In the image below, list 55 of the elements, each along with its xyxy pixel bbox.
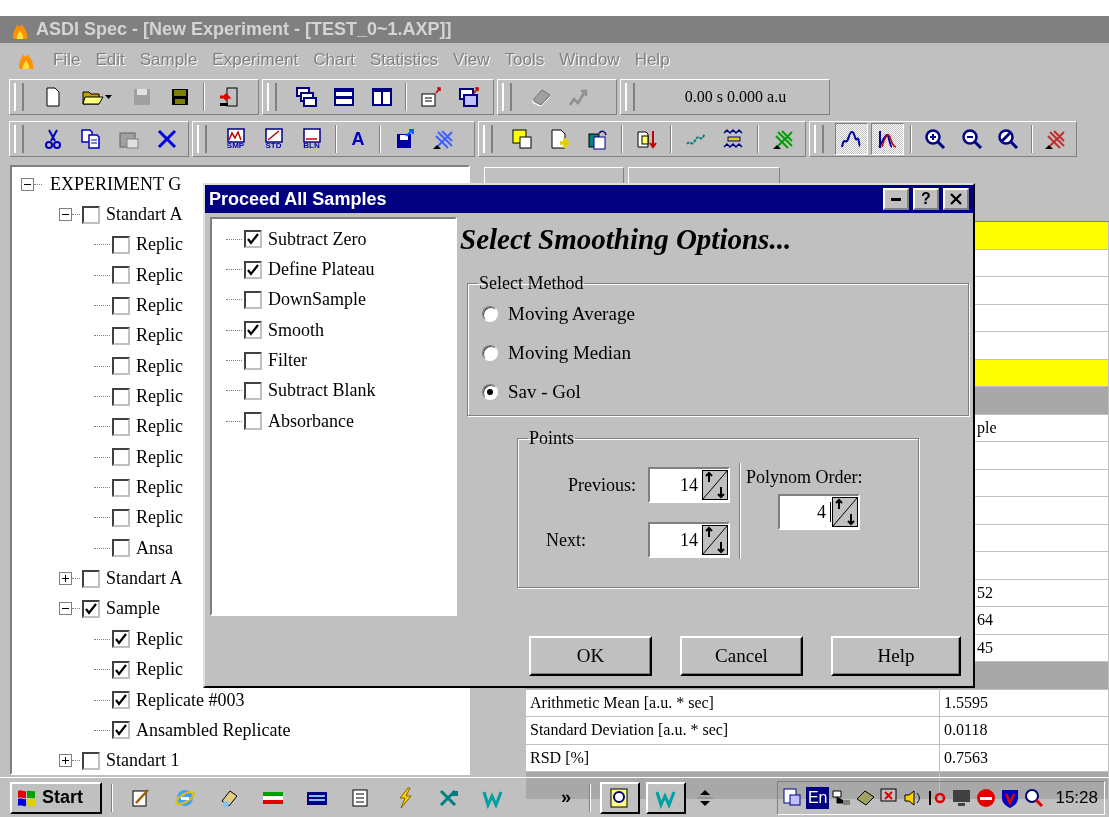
radio-label[interactable]: Sav - Gol bbox=[508, 380, 581, 403]
step-item[interactable]: Absorbance bbox=[268, 410, 354, 432]
clock: 15:28 bbox=[1055, 787, 1098, 808]
toolbar-button[interactable]: BLN bbox=[294, 123, 329, 155]
field-label: Next: bbox=[545, 529, 587, 551]
toolbar-button[interactable]: STD bbox=[256, 123, 291, 155]
tree-item[interactable]: Replic bbox=[136, 477, 183, 499]
tree-item[interactable]: Replic bbox=[136, 507, 183, 529]
dialog-button[interactable]: OK bbox=[529, 636, 652, 676]
tree-item[interactable]: Replic bbox=[136, 386, 183, 408]
dialog-button[interactable]: Cancel bbox=[680, 636, 803, 676]
group-label: Select Method bbox=[478, 273, 585, 294]
step-item[interactable]: DownSample bbox=[268, 289, 366, 311]
more-button[interactable]: » bbox=[552, 781, 580, 814]
table-cell: 0.0118 bbox=[940, 717, 1109, 745]
tree-item[interactable]: Standart A bbox=[106, 204, 183, 225]
tree-item[interactable]: Replic bbox=[136, 355, 183, 377]
font-button[interactable]: A bbox=[343, 123, 373, 155]
field-label: Previous: bbox=[567, 474, 636, 496]
tree-item[interactable]: Replic bbox=[136, 295, 183, 317]
tree-item[interactable]: Standart 1 bbox=[106, 750, 180, 772]
tree-item[interactable]: Replic bbox=[136, 325, 183, 347]
position-readout: 0.00 s 0.000 a.u bbox=[683, 87, 788, 106]
toolbar-button[interactable]: SMP bbox=[218, 123, 253, 155]
dialog-title: Proceed All Samples bbox=[209, 188, 388, 210]
tree-item[interactable]: Sample bbox=[106, 598, 160, 620]
number-field[interactable]: 14 bbox=[648, 522, 730, 558]
table-cell: Standard Deviation [a.u. * sec] bbox=[526, 717, 940, 745]
dialog-button[interactable]: Help bbox=[831, 636, 961, 676]
step-item[interactable]: Filter bbox=[268, 350, 307, 372]
step-item[interactable]: Subtract Zero bbox=[268, 228, 367, 250]
tree-item[interactable]: Replicate #003 bbox=[136, 689, 245, 711]
tree-item[interactable]: Ansa bbox=[136, 537, 173, 559]
radio-label[interactable]: Moving Average bbox=[508, 302, 635, 325]
number-field[interactable]: 14 bbox=[648, 467, 730, 503]
radio-label[interactable]: Moving Median bbox=[508, 341, 631, 364]
field-label: Polynom Order: bbox=[746, 467, 863, 488]
step-item[interactable]: Define Plateau bbox=[268, 259, 375, 280]
tree-item[interactable]: Ansambled Replicate bbox=[136, 719, 291, 741]
tree-item[interactable]: Replic bbox=[136, 446, 183, 468]
help-button[interactable]: ? bbox=[913, 188, 939, 210]
start-button[interactable]: Start bbox=[10, 781, 102, 814]
window-title: ASDI Spec - [New Experiment - [TEST_0~1.AXP]] bbox=[36, 19, 452, 40]
step-item[interactable]: Subtract Blank bbox=[268, 380, 376, 402]
dialog-heading: Select Smoothing Options... bbox=[460, 221, 793, 257]
tree-item[interactable]: Standart A bbox=[106, 568, 183, 590]
number-field[interactable]: 4 bbox=[778, 494, 860, 530]
group-label: Points bbox=[528, 428, 576, 449]
tree-item[interactable]: Replic bbox=[136, 416, 183, 438]
tree-item[interactable]: EXPERIMENT G bbox=[50, 173, 182, 195]
step-item[interactable]: Smooth bbox=[268, 319, 324, 341]
tree-item[interactable]: Replic bbox=[136, 659, 183, 681]
tree-item[interactable]: Replic bbox=[136, 264, 183, 286]
tree-item[interactable]: Replic bbox=[136, 234, 183, 256]
tree-item[interactable]: Replic bbox=[136, 628, 183, 650]
